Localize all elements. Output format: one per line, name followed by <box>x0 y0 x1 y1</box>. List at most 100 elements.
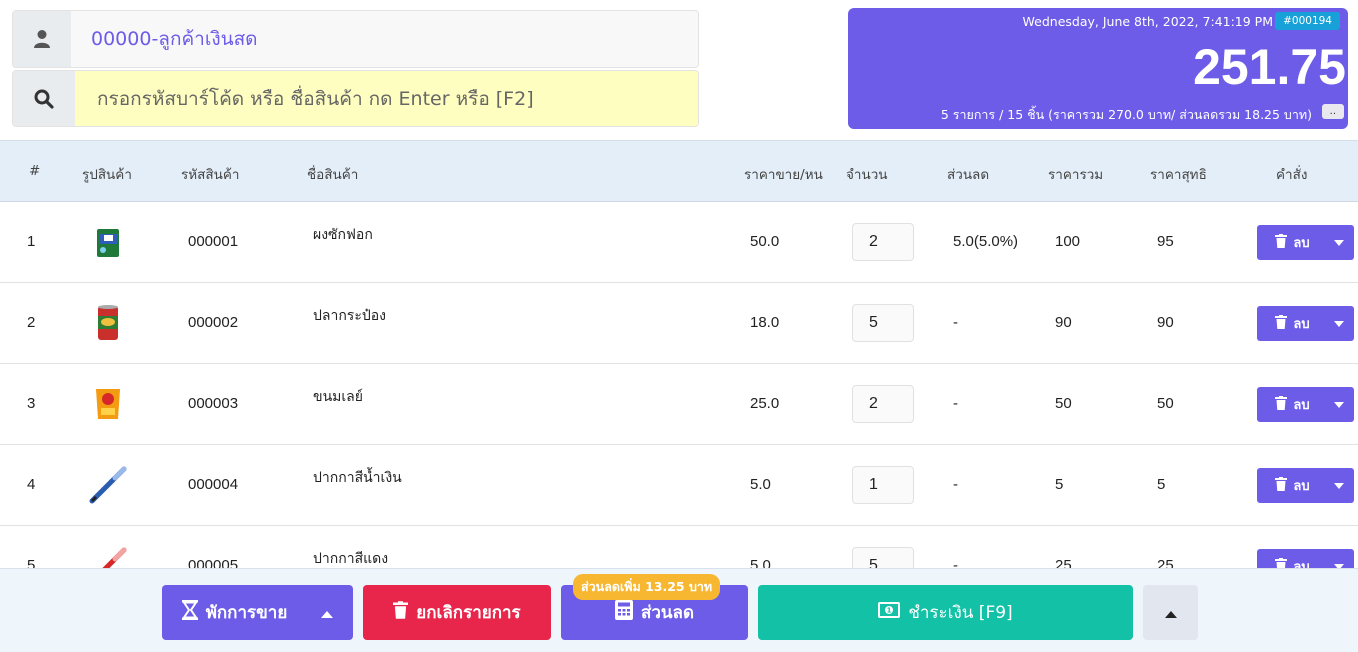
caret-down-icon[interactable] <box>1324 320 1354 327</box>
table-header: # รูปสินค้า รหัสสินค้า ชื่อสินค้า ราคาขา… <box>0 140 1358 202</box>
net-price: 5 <box>1157 476 1166 493</box>
delete-button[interactable]: ลบ <box>1257 387 1354 422</box>
bill-number-badge: #000194 <box>1275 12 1340 30</box>
money-bill-icon: 1 <box>878 602 901 623</box>
cancel-order-button[interactable]: ยกเลิกรายการ <box>363 585 551 640</box>
delete-label: ลบ <box>1293 398 1310 413</box>
quantity-input[interactable]: 1 <box>852 466 914 504</box>
delete-label: ลบ <box>1293 479 1310 494</box>
table-row: 1 000001 ผงซักฟอก 50.0 2 5.0(5.0%) 100 9… <box>0 202 1358 283</box>
row-num: 4 <box>27 476 36 493</box>
trash-icon <box>1275 314 1288 333</box>
discount-value: 5.0(5.0%) <box>953 233 1019 250</box>
product-name: ปลากระป๋อง <box>313 308 386 324</box>
product-name: ผงซักฟอก <box>313 227 373 243</box>
hold-sale-button[interactable]: พักการขาย <box>162 585 353 640</box>
product-code: 000005 <box>188 557 239 568</box>
search-input[interactable] <box>75 71 698 126</box>
trash-icon <box>1275 557 1288 568</box>
product-image-red-pen <box>88 546 128 568</box>
unit-price: 18.0 <box>750 314 780 331</box>
row-num: 2 <box>27 314 36 331</box>
quantity-input[interactable]: 2 <box>852 223 914 261</box>
discount-value: - <box>953 476 958 493</box>
customer-selector[interactable]: 00000-ลูกค้าเงินสด <box>12 10 699 68</box>
caret-up-icon <box>321 603 334 623</box>
product-image-detergent <box>88 222 128 262</box>
more-button[interactable]: .. <box>1321 104 1344 119</box>
header-actions: คำสั่ง <box>1276 167 1308 183</box>
unit-price: 5.0 <box>750 557 771 568</box>
product-name: ขนมเลย์ <box>313 389 363 405</box>
header-net: ราคาสุทธิ <box>1150 167 1207 183</box>
gross-price: 5 <box>1055 476 1064 493</box>
table-row: 3 000003 ขนมเลย์ 25.0 2 - 50 50 ลบ <box>0 364 1358 445</box>
customer-name[interactable]: 00000-ลูกค้าเงินสด <box>71 11 698 67</box>
total-amount: 251.75 <box>1193 39 1346 95</box>
discount-value: - <box>953 395 958 412</box>
product-image-blue-pen <box>88 465 128 505</box>
product-image-chips <box>88 384 128 424</box>
unit-price: 25.0 <box>750 395 780 412</box>
product-image-canned-fish <box>88 303 128 343</box>
search-icon <box>13 71 75 126</box>
svg-text:1: 1 <box>887 607 892 615</box>
caret-down-icon[interactable] <box>1324 482 1354 489</box>
quantity-input[interactable]: 2 <box>852 385 914 423</box>
product-code: 000003 <box>188 395 239 412</box>
header-name: ชื่อสินค้า <box>307 167 359 183</box>
hold-sale-label: พักการขาย <box>205 603 288 623</box>
product-name: ปากกาสีน้ำเงิน <box>313 470 402 486</box>
header-qty: จำนวน <box>846 167 888 183</box>
gross-price: 90 <box>1055 314 1072 331</box>
trash-icon <box>393 601 409 624</box>
header-image: รูปสินค้า <box>82 167 132 183</box>
header-price: ราคาขาย/หน <box>744 167 823 183</box>
quantity-input[interactable]: 5 <box>852 304 914 342</box>
table-row: 2 000002 ปลากระป๋อง 18.0 5 - 90 90 ลบ <box>0 283 1358 364</box>
extra-discount-badge: ส่วนลดเพิ่ม 13.25 บาท <box>573 574 721 600</box>
trash-icon <box>1275 476 1288 495</box>
delete-button[interactable]: ลบ <box>1257 468 1354 503</box>
caret-down-icon[interactable] <box>1324 401 1354 408</box>
calculator-icon <box>614 600 633 625</box>
trash-icon <box>1275 395 1288 414</box>
product-code: 000002 <box>188 314 239 331</box>
header-gross: ราคารวม <box>1048 167 1104 183</box>
row-num: 3 <box>27 395 36 412</box>
delete-button[interactable]: ลบ <box>1257 549 1354 568</box>
delete-label: ลบ <box>1293 560 1310 568</box>
unit-price: 50.0 <box>750 233 780 250</box>
trash-icon <box>1275 233 1288 252</box>
pay-button[interactable]: 1 ชำระเงิน [F9] <box>758 585 1133 640</box>
row-num: 5 <box>27 557 36 568</box>
discount-value: - <box>953 314 958 331</box>
row-num: 1 <box>27 233 36 250</box>
user-icon <box>13 11 71 67</box>
gross-price: 50 <box>1055 395 1072 412</box>
unit-price: 5.0 <box>750 476 771 493</box>
cancel-order-label: ยกเลิกรายการ <box>416 603 521 623</box>
delete-button[interactable]: ลบ <box>1257 306 1354 341</box>
header-discount: ส่วนลด <box>947 167 990 183</box>
header-code: รหัสสินค้า <box>181 167 240 183</box>
net-price: 95 <box>1157 233 1174 250</box>
product-code: 000001 <box>188 233 239 250</box>
delete-button[interactable]: ลบ <box>1257 225 1354 260</box>
cart-table: # รูปสินค้า รหัสสินค้า ชื่อสินค้า ราคาขา… <box>0 140 1358 568</box>
discount-value: - <box>953 557 958 568</box>
action-bar: พักการขาย ยกเลิกรายการ ส่วนลด ส่วนลดเพิ่… <box>0 568 1358 652</box>
delete-label: ลบ <box>1293 236 1310 251</box>
total-panel: Wednesday, June 8th, 2022, 7:41:19 PM #0… <box>848 8 1348 129</box>
product-search[interactable] <box>12 70 699 127</box>
expand-button[interactable] <box>1143 585 1198 640</box>
caret-up-icon <box>1164 603 1177 623</box>
quantity-input[interactable]: 5 <box>852 547 914 568</box>
caret-down-icon[interactable] <box>1324 239 1354 246</box>
table-row: 4 000004 ปากกาสีน้ำเงิน 5.0 1 - 5 5 ลบ <box>0 445 1358 526</box>
net-price: 50 <box>1157 395 1174 412</box>
hourglass-icon <box>181 600 198 625</box>
pay-label: ชำระเงิน [F9] <box>908 603 1013 623</box>
net-price: 90 <box>1157 314 1174 331</box>
order-summary: 5 รายการ / 15 ชิ้น (ราคารวม 270.0 บาท/ ส… <box>940 107 1312 122</box>
